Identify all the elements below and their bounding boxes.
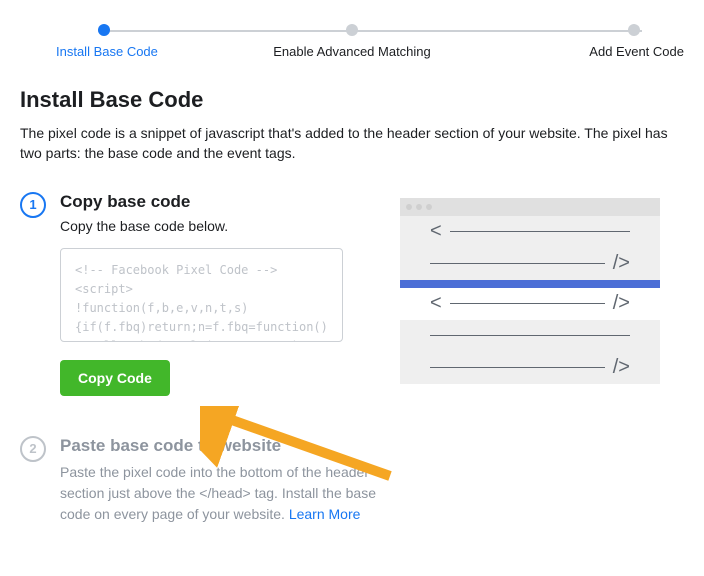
mock-browser-bar bbox=[400, 198, 660, 216]
step-install[interactable]: Install Base Code bbox=[20, 24, 241, 59]
mock-line bbox=[430, 263, 605, 264]
task-number-icon: 1 bbox=[20, 192, 46, 218]
learn-more-link[interactable]: Learn More bbox=[289, 506, 361, 522]
bracket-open-icon: < bbox=[430, 292, 442, 315]
task-desc: Paste the pixel code into the bottom of … bbox=[60, 462, 380, 525]
copy-code-button[interactable]: Copy Code bbox=[60, 360, 170, 396]
page-intro: The pixel code is a snippet of javascrip… bbox=[20, 123, 684, 164]
mock-line bbox=[450, 303, 605, 304]
window-dot-icon bbox=[406, 204, 412, 210]
step-dot-icon bbox=[346, 24, 358, 36]
step-label: Add Event Code bbox=[589, 44, 684, 59]
bracket-close-icon: /> bbox=[613, 252, 630, 275]
code-snippet-box[interactable]: <!-- Facebook Pixel Code --> <script> !f… bbox=[60, 248, 343, 342]
step-dot-icon bbox=[98, 24, 110, 36]
task-paste-code: 2 Paste base code to website Paste the p… bbox=[20, 436, 380, 539]
mock-line bbox=[430, 367, 605, 368]
step-event[interactable]: Add Event Code bbox=[463, 24, 684, 59]
page-title: Install Base Code bbox=[20, 87, 684, 113]
task-copy-code: 1 Copy base code Copy the base code belo… bbox=[20, 192, 380, 396]
step-matching[interactable]: Enable Advanced Matching bbox=[241, 24, 462, 59]
task-number-icon: 2 bbox=[20, 436, 46, 462]
mock-highlight-bar bbox=[400, 280, 660, 288]
step-label: Install Base Code bbox=[56, 44, 158, 59]
task-desc: Copy the base code below. bbox=[60, 218, 343, 234]
mock-line bbox=[450, 231, 630, 232]
bracket-open-icon: < bbox=[430, 220, 442, 243]
step-dot-icon bbox=[628, 24, 640, 36]
setup-stepper: Install Base Code Enable Advanced Matchi… bbox=[20, 16, 684, 59]
bracket-close-icon: /> bbox=[613, 356, 630, 379]
mock-line bbox=[430, 335, 630, 336]
step-label: Enable Advanced Matching bbox=[273, 44, 431, 59]
window-dot-icon bbox=[416, 204, 422, 210]
task-title: Copy base code bbox=[60, 192, 343, 212]
website-mockup: < /> < /> /> bbox=[400, 198, 660, 384]
task-title: Paste base code to website bbox=[60, 436, 380, 456]
window-dot-icon bbox=[426, 204, 432, 210]
bracket-close-icon: /> bbox=[613, 292, 630, 315]
